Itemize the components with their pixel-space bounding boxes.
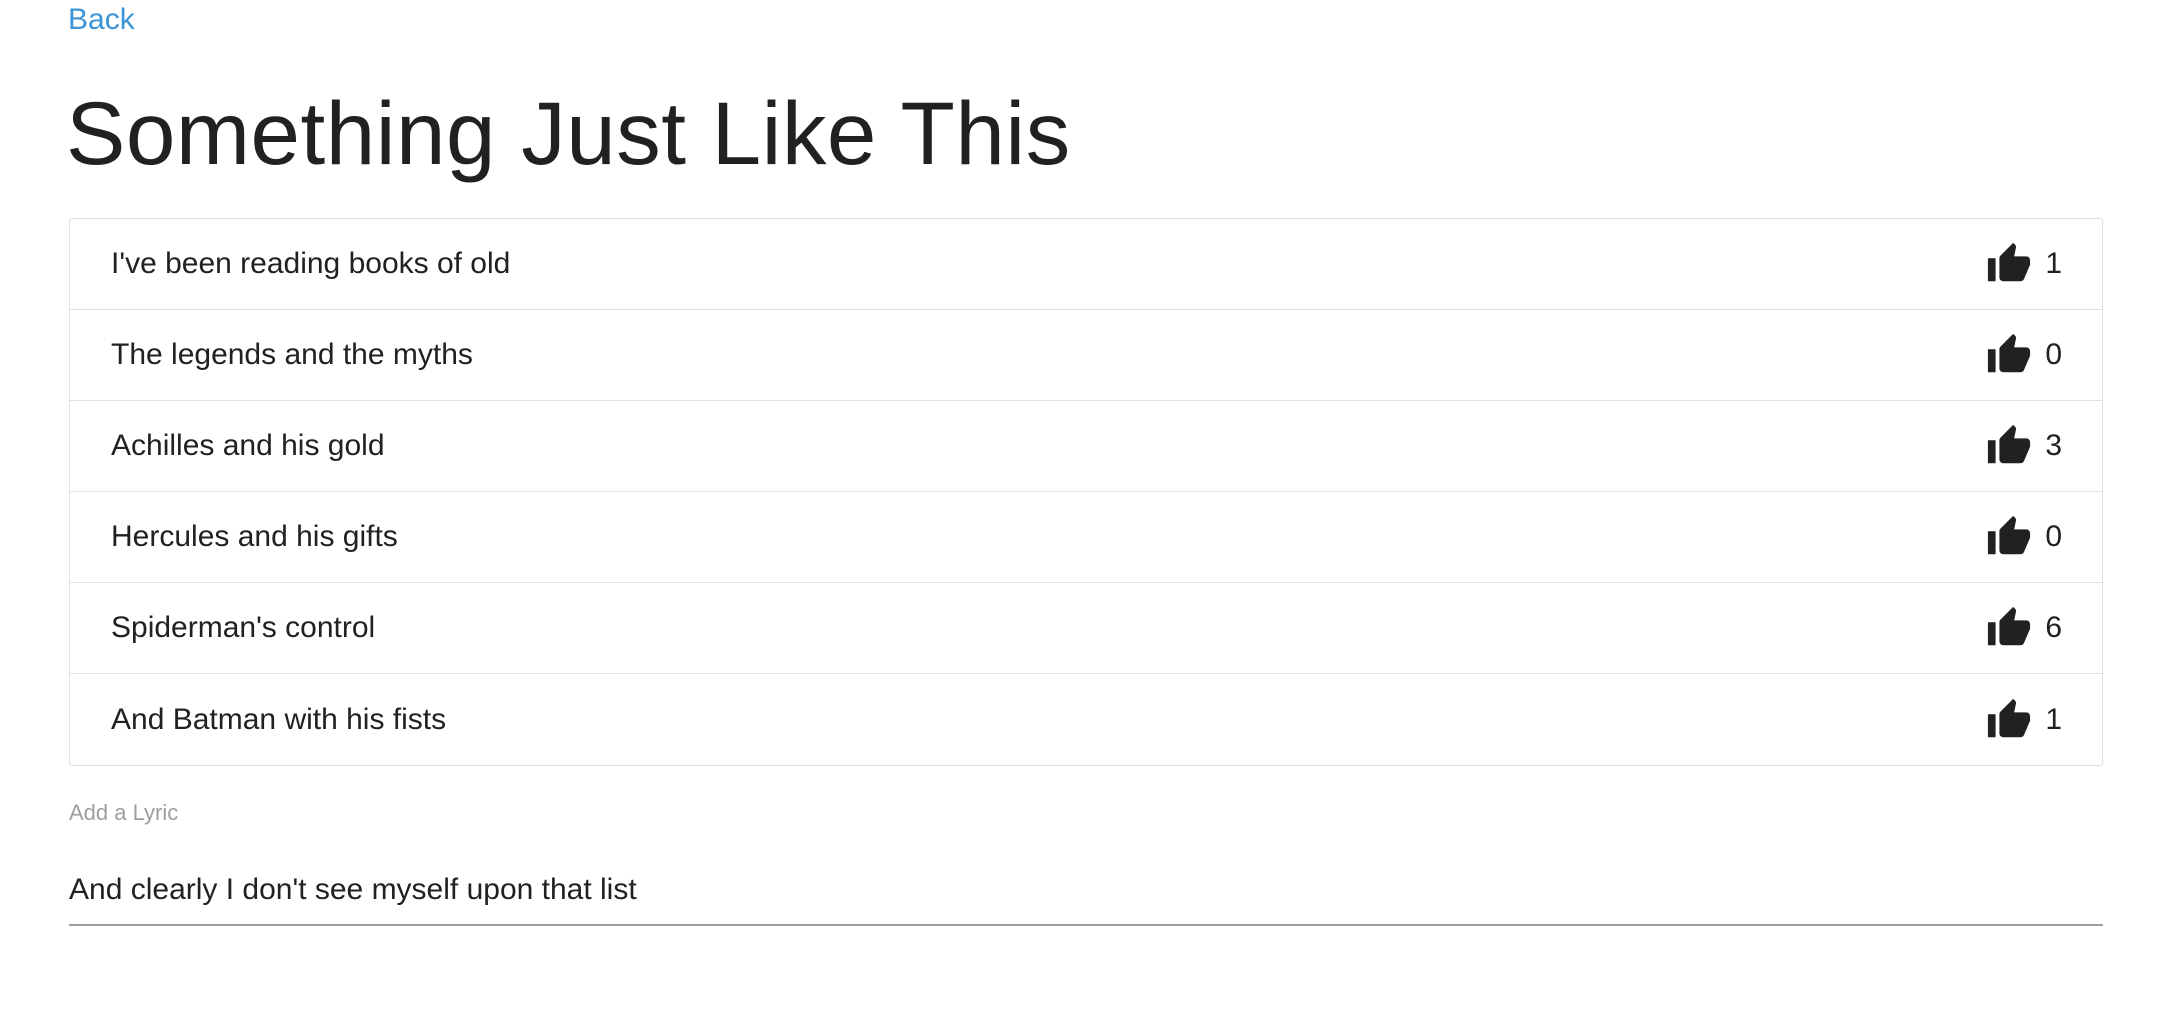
thumb-up-icon[interactable] [1985,332,2033,378]
like-group: 0 [1985,310,2062,401]
thumb-up-icon[interactable] [1985,423,2033,469]
like-count: 6 [2045,611,2062,644]
like-count: 0 [2045,520,2062,553]
lyric-text: And Batman with his fists [111,702,447,736]
lyric-text: Spiderman's control [111,611,376,644]
like-group: 1 [1985,674,2062,765]
back-link[interactable]: Back [68,0,135,40]
lyric-text: I've been reading books of old [111,247,511,280]
lyric-text: Hercules and his gifts [111,520,398,553]
list-item: Hercules and his gifts 0 [70,492,2102,583]
like-count: 1 [2045,702,2062,736]
like-count: 1 [2045,247,2062,280]
like-count: 3 [2045,429,2062,462]
add-lyric-input[interactable] [69,856,2103,926]
list-item: Spiderman's control 6 [70,583,2102,674]
thumb-up-icon[interactable] [1985,514,2033,560]
lyric-text: The legends and the myths [111,338,473,371]
list-item: The legends and the myths 0 [70,310,2102,401]
thumb-up-icon[interactable] [1985,605,2033,651]
like-group: 3 [1985,401,2062,492]
add-lyric-label: Add a Lyric [69,800,179,825]
song-detail-page: Back Something Just Like This I've been … [0,0,2172,1022]
like-group: 1 [1985,219,2062,310]
like-group: 6 [1985,583,2062,674]
lyric-text: Achilles and his gold [111,429,385,462]
page-title: Something Just Like This [66,83,1071,183]
thumb-up-icon[interactable] [1985,697,2033,743]
list-item: I've been reading books of old 1 [70,219,2102,310]
like-count: 0 [2045,338,2062,371]
list-item: And Batman with his fists 1 [70,674,2102,765]
list-item: Achilles and his gold 3 [70,401,2102,492]
like-group: 0 [1985,492,2062,583]
lyric-list: I've been reading books of old 1 The leg… [69,218,2103,766]
thumb-up-icon[interactable] [1985,241,2033,287]
